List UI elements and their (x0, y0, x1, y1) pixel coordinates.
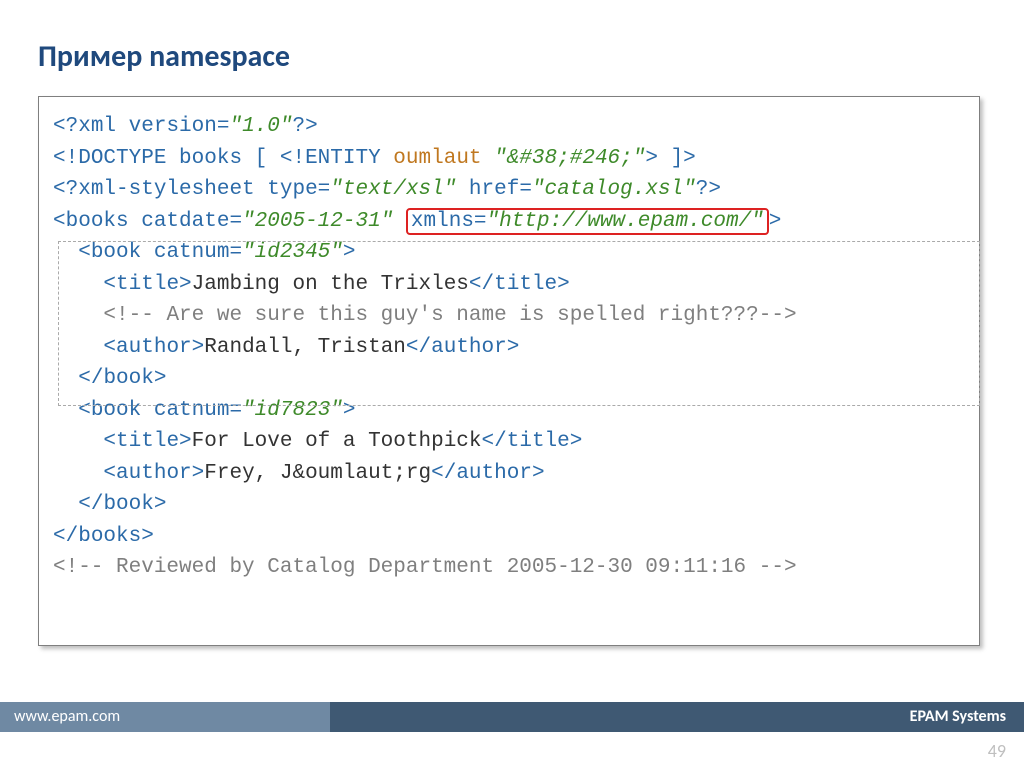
code-line-10: <book catnum="id7823"> (53, 399, 356, 422)
footer-url: www.epam.com (0, 702, 330, 732)
code-line-7: <!-- Are we sure this guy's name is spel… (53, 304, 797, 327)
code-line-14: </books> (53, 525, 154, 548)
code-line-6: <title>Jambing on the Trixles</title> (53, 273, 570, 296)
code-line-3: <?xml-stylesheet type="text/xsl" href="c… (53, 178, 721, 201)
code-line-5: <book catnum="id2345"> (53, 241, 356, 264)
footer-bar: www.epam.com EPAM Systems (0, 702, 1024, 732)
code-line-15: <!-- Reviewed by Catalog Department 2005… (53, 556, 797, 579)
xmlns-highlight: xmlns="http://www.epam.com/" (406, 208, 769, 235)
code-line-9: </book> (53, 367, 166, 390)
code-line-8: <author>Randall, Tristan</author> (53, 336, 519, 359)
footer-mid (330, 702, 750, 732)
slide-title: Пример namespace (38, 38, 290, 75)
slide: Пример namespace <?xml version="1.0"?> <… (0, 0, 1024, 768)
code-line-13: </book> (53, 493, 166, 516)
page-number: 49 (988, 740, 1006, 762)
code-line-4: <books catdate="2005-12-31" xmlns="http:… (53, 208, 781, 235)
code-block: <?xml version="1.0"?> <!DOCTYPE books [ … (38, 96, 980, 646)
code-line-11: <title>For Love of a Toothpick</title> (53, 430, 582, 453)
code-line-1: <?xml version="1.0"?> (53, 115, 318, 138)
code-line-12: <author>Frey, J&oumlaut;rg</author> (53, 462, 545, 485)
footer-company: EPAM Systems (750, 702, 1024, 732)
code-line-2: <!DOCTYPE books [ <!ENTITY oumlaut "&#38… (53, 147, 696, 170)
